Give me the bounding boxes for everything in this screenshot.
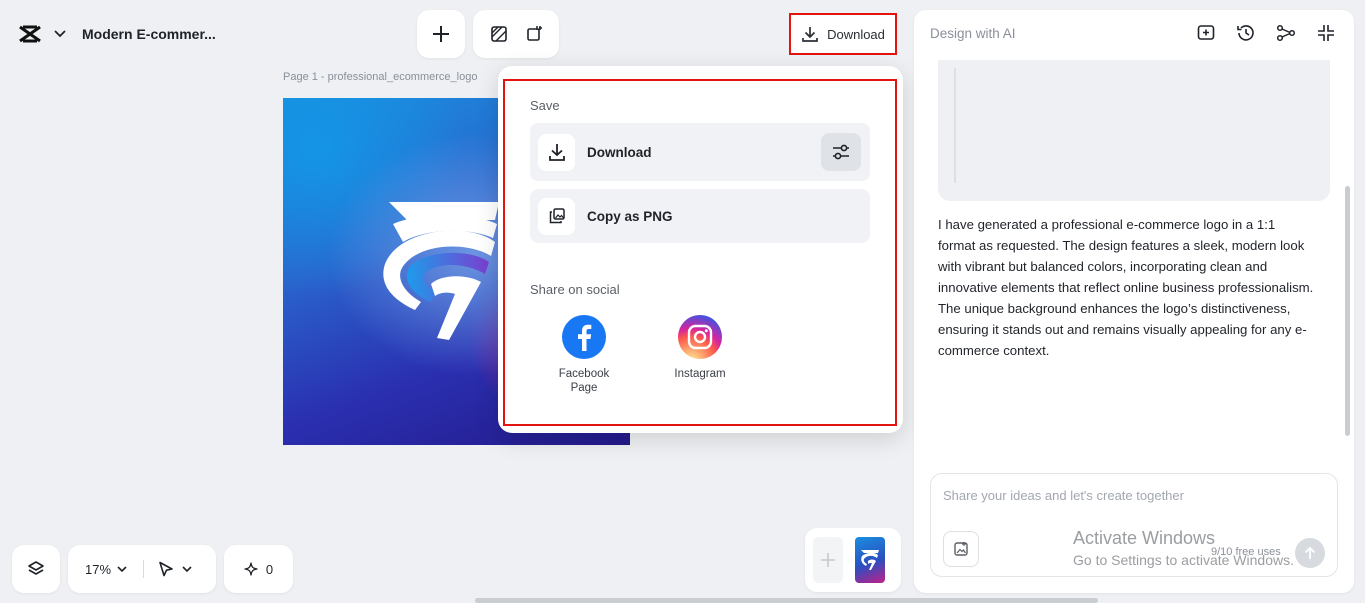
download-icon — [801, 25, 819, 43]
divider — [954, 68, 956, 183]
add-button[interactable] — [417, 10, 465, 58]
page-thumbnail[interactable] — [855, 537, 885, 583]
share-instagram[interactable]: Instagram — [660, 315, 740, 381]
resize-icon[interactable] — [525, 25, 543, 43]
background-pattern-icon[interactable] — [490, 25, 508, 43]
chevron-down-icon[interactable] — [182, 565, 192, 573]
plus-icon — [819, 551, 837, 569]
ai-panel-actions — [1196, 22, 1336, 44]
facebook-icon — [562, 315, 606, 359]
project-title[interactable]: Modern E-commer... — [82, 26, 216, 42]
download-button[interactable]: Download — [789, 13, 897, 55]
zoom-controls: 17% — [68, 545, 216, 593]
ai-panel-title: Design with AI — [930, 26, 1016, 41]
ai-response-message: I have generated a professional e-commer… — [938, 217, 1314, 358]
copy-image-icon — [538, 197, 575, 235]
zoom-level[interactable]: 17% — [85, 562, 111, 577]
capcut-logo-icon[interactable] — [18, 22, 42, 46]
ai-composer: 9/10 free uses — [930, 473, 1338, 577]
share-facebook-page[interactable]: Facebook Page — [544, 315, 624, 395]
download-button-label: Download — [827, 26, 885, 42]
image-icon — [953, 541, 969, 557]
download-option[interactable]: Download — [530, 123, 870, 181]
new-chat-icon[interactable] — [1196, 22, 1216, 44]
history-icon[interactable] — [1236, 22, 1256, 44]
layers-icon — [27, 560, 45, 578]
canvas-tools — [473, 10, 559, 58]
collapse-icon[interactable] — [1316, 22, 1336, 44]
download-icon — [538, 133, 575, 171]
upload-image-button[interactable] — [943, 531, 979, 567]
download-option-label: Download — [587, 144, 652, 160]
credits-count: 0 — [265, 561, 274, 577]
divider — [143, 560, 145, 578]
instagram-label: Instagram — [674, 368, 726, 380]
usage-counter: 9/10 free uses — [1211, 546, 1281, 558]
arrow-up-icon — [1304, 546, 1316, 560]
page-thumbnails — [805, 528, 901, 592]
plus-icon — [432, 25, 450, 43]
sparkle-icon — [244, 562, 258, 576]
scrollbar[interactable] — [1345, 186, 1350, 436]
ai-result-preview — [938, 60, 1330, 201]
facebook-page-label: Facebook Page — [558, 368, 610, 394]
layers-button[interactable] — [12, 545, 60, 593]
project-header: Modern E-commer... — [6, 10, 234, 58]
copy-as-png-option[interactable]: Copy as PNG — [530, 189, 870, 243]
horizontal-scrollbar[interactable] — [475, 598, 1098, 603]
instagram-icon — [678, 315, 722, 359]
send-button[interactable] — [1295, 538, 1325, 568]
add-page-button[interactable] — [813, 537, 843, 583]
chevron-down-icon[interactable] — [117, 565, 127, 573]
download-menu: Save Download Copy as PNG Share on socia… — [498, 66, 903, 433]
credits-button[interactable]: 0 — [224, 545, 293, 593]
copy-as-png-label: Copy as PNG — [587, 208, 673, 224]
page-label: Page 1 - professional_ecommerce_logo — [283, 71, 478, 83]
prompt-input[interactable] — [943, 488, 1323, 503]
ecommerce-logo-graphic — [383, 202, 499, 340]
share-section-label: Share on social — [530, 282, 620, 297]
share-nodes-icon[interactable] — [1276, 22, 1296, 44]
download-settings-button[interactable] — [821, 133, 861, 171]
save-section-label: Save — [530, 98, 560, 113]
pointer-icon[interactable] — [158, 561, 174, 577]
chevron-down-icon[interactable] — [52, 26, 68, 42]
sliders-icon — [831, 143, 851, 161]
ai-assistant-panel: Design with AI I have generated a profes… — [914, 10, 1354, 593]
download-menu-highlight: Save Download Copy as PNG Share on socia… — [503, 79, 897, 426]
